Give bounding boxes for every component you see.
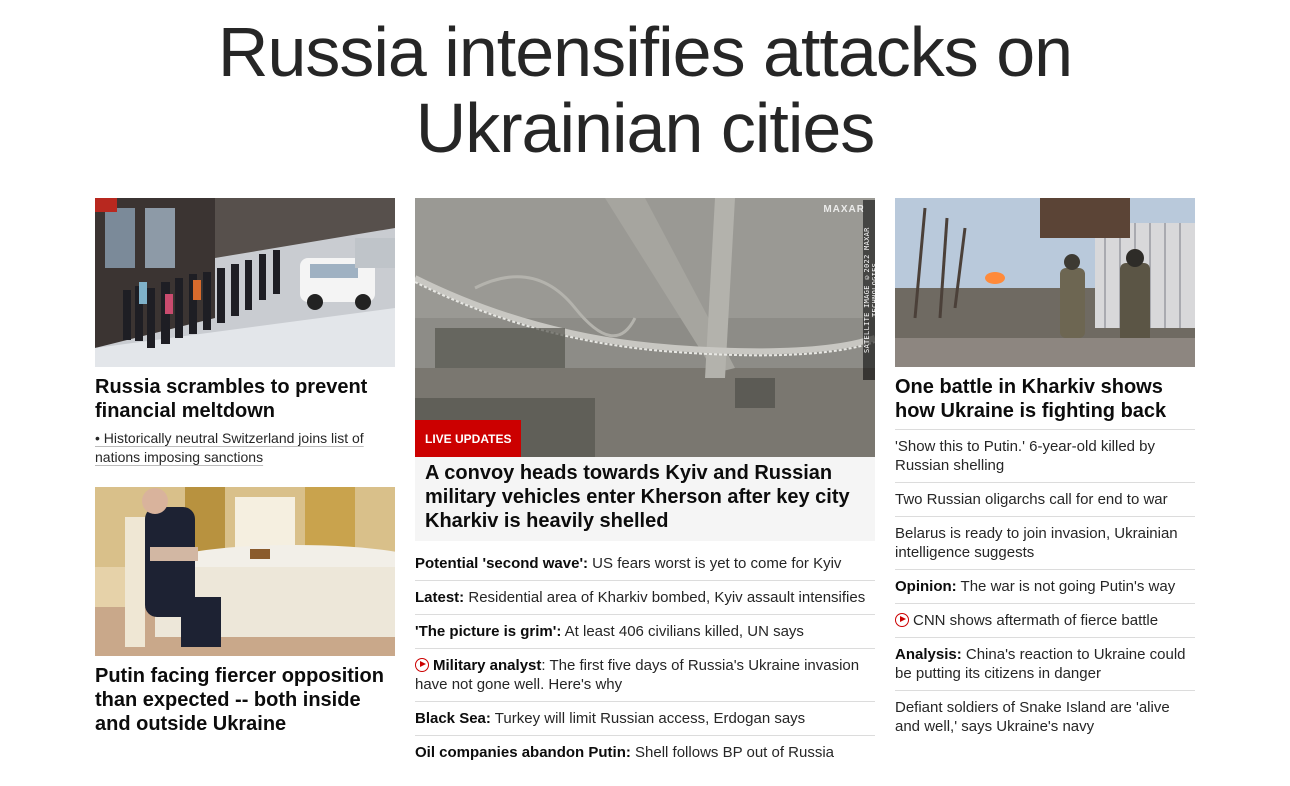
center-story-list: Potential 'second wave': US fears worst … <box>415 547 875 769</box>
list-item[interactable]: Latest: Residential area of Kharkiv bomb… <box>415 580 875 614</box>
right-column: One battle in Kharkiv shows how Ukraine … <box>895 198 1195 743</box>
center-column: MAXAR SATELLITE IMAGE ©2022 MAXAR TECHNO… <box>415 198 875 769</box>
list-item[interactable]: Military analyst: The first five days of… <box>415 648 875 701</box>
list-item[interactable]: Belarus is ready to join invasion, Ukrai… <box>895 516 1195 569</box>
main-headline[interactable]: Russia intensifies attacks on Ukrainian … <box>0 14 1290 166</box>
story-putin-opposition[interactable]: Putin facing fiercer opposition than exp… <box>95 664 395 736</box>
story-title[interactable]: Russia scrambles to prevent financial me… <box>95 375 395 423</box>
convoy-satellite-photo[interactable]: MAXAR SATELLITE IMAGE ©2022 MAXAR TECHNO… <box>415 198 875 457</box>
live-updates-badge[interactable]: LIVE UPDATES <box>415 420 522 457</box>
switzerland-sanctions-link[interactable]: • Historically neutral Switzerland joins… <box>95 429 395 467</box>
list-item[interactable]: CNN shows aftermath of fierce battle <box>895 603 1195 637</box>
atm-queue-photo[interactable] <box>95 198 395 367</box>
convoy-story-title[interactable]: A convoy heads towards Kyiv and Russian … <box>415 457 875 541</box>
list-item[interactable]: Potential 'second wave': US fears worst … <box>415 547 875 580</box>
list-item[interactable]: Oil companies abandon Putin: Shell follo… <box>415 735 875 769</box>
list-item[interactable]: Two Russian oligarchs call for end to wa… <box>895 482 1195 516</box>
kharkiv-soldiers-photo[interactable] <box>895 198 1195 367</box>
story-title[interactable]: Putin facing fiercer opposition than exp… <box>95 664 395 736</box>
story-financial-meltdown[interactable]: Russia scrambles to prevent financial me… <box>95 375 395 467</box>
list-item[interactable]: 'The picture is grim': At least 406 civi… <box>415 614 875 648</box>
maxar-watermark: MAXAR <box>823 204 865 215</box>
right-story-list: 'Show this to Putin.' 6-year-old killed … <box>895 429 1195 743</box>
play-video-icon <box>415 658 429 672</box>
kharkiv-story-title[interactable]: One battle in Kharkiv shows how Ukraine … <box>895 375 1195 423</box>
list-item[interactable]: Defiant soldiers of Snake Island are 'al… <box>895 690 1195 743</box>
list-item[interactable]: 'Show this to Putin.' 6-year-old killed … <box>895 430 1195 482</box>
main-headline-text[interactable]: Russia intensifies attacks on Ukrainian … <box>145 14 1145 166</box>
list-item[interactable]: Analysis: China's reaction to Ukraine co… <box>895 637 1195 690</box>
play-video-icon <box>895 613 909 627</box>
list-item[interactable]: Opinion: The war is not going Putin's wa… <box>895 569 1195 603</box>
putin-table-photo[interactable] <box>95 487 395 656</box>
left-column: Russia scrambles to prevent financial me… <box>95 198 395 735</box>
satellite-image-credit: SATELLITE IMAGE ©2022 MAXAR TECHNOLOGIES <box>863 200 875 380</box>
list-item[interactable]: Black Sea: Turkey will limit Russian acc… <box>415 701 875 735</box>
